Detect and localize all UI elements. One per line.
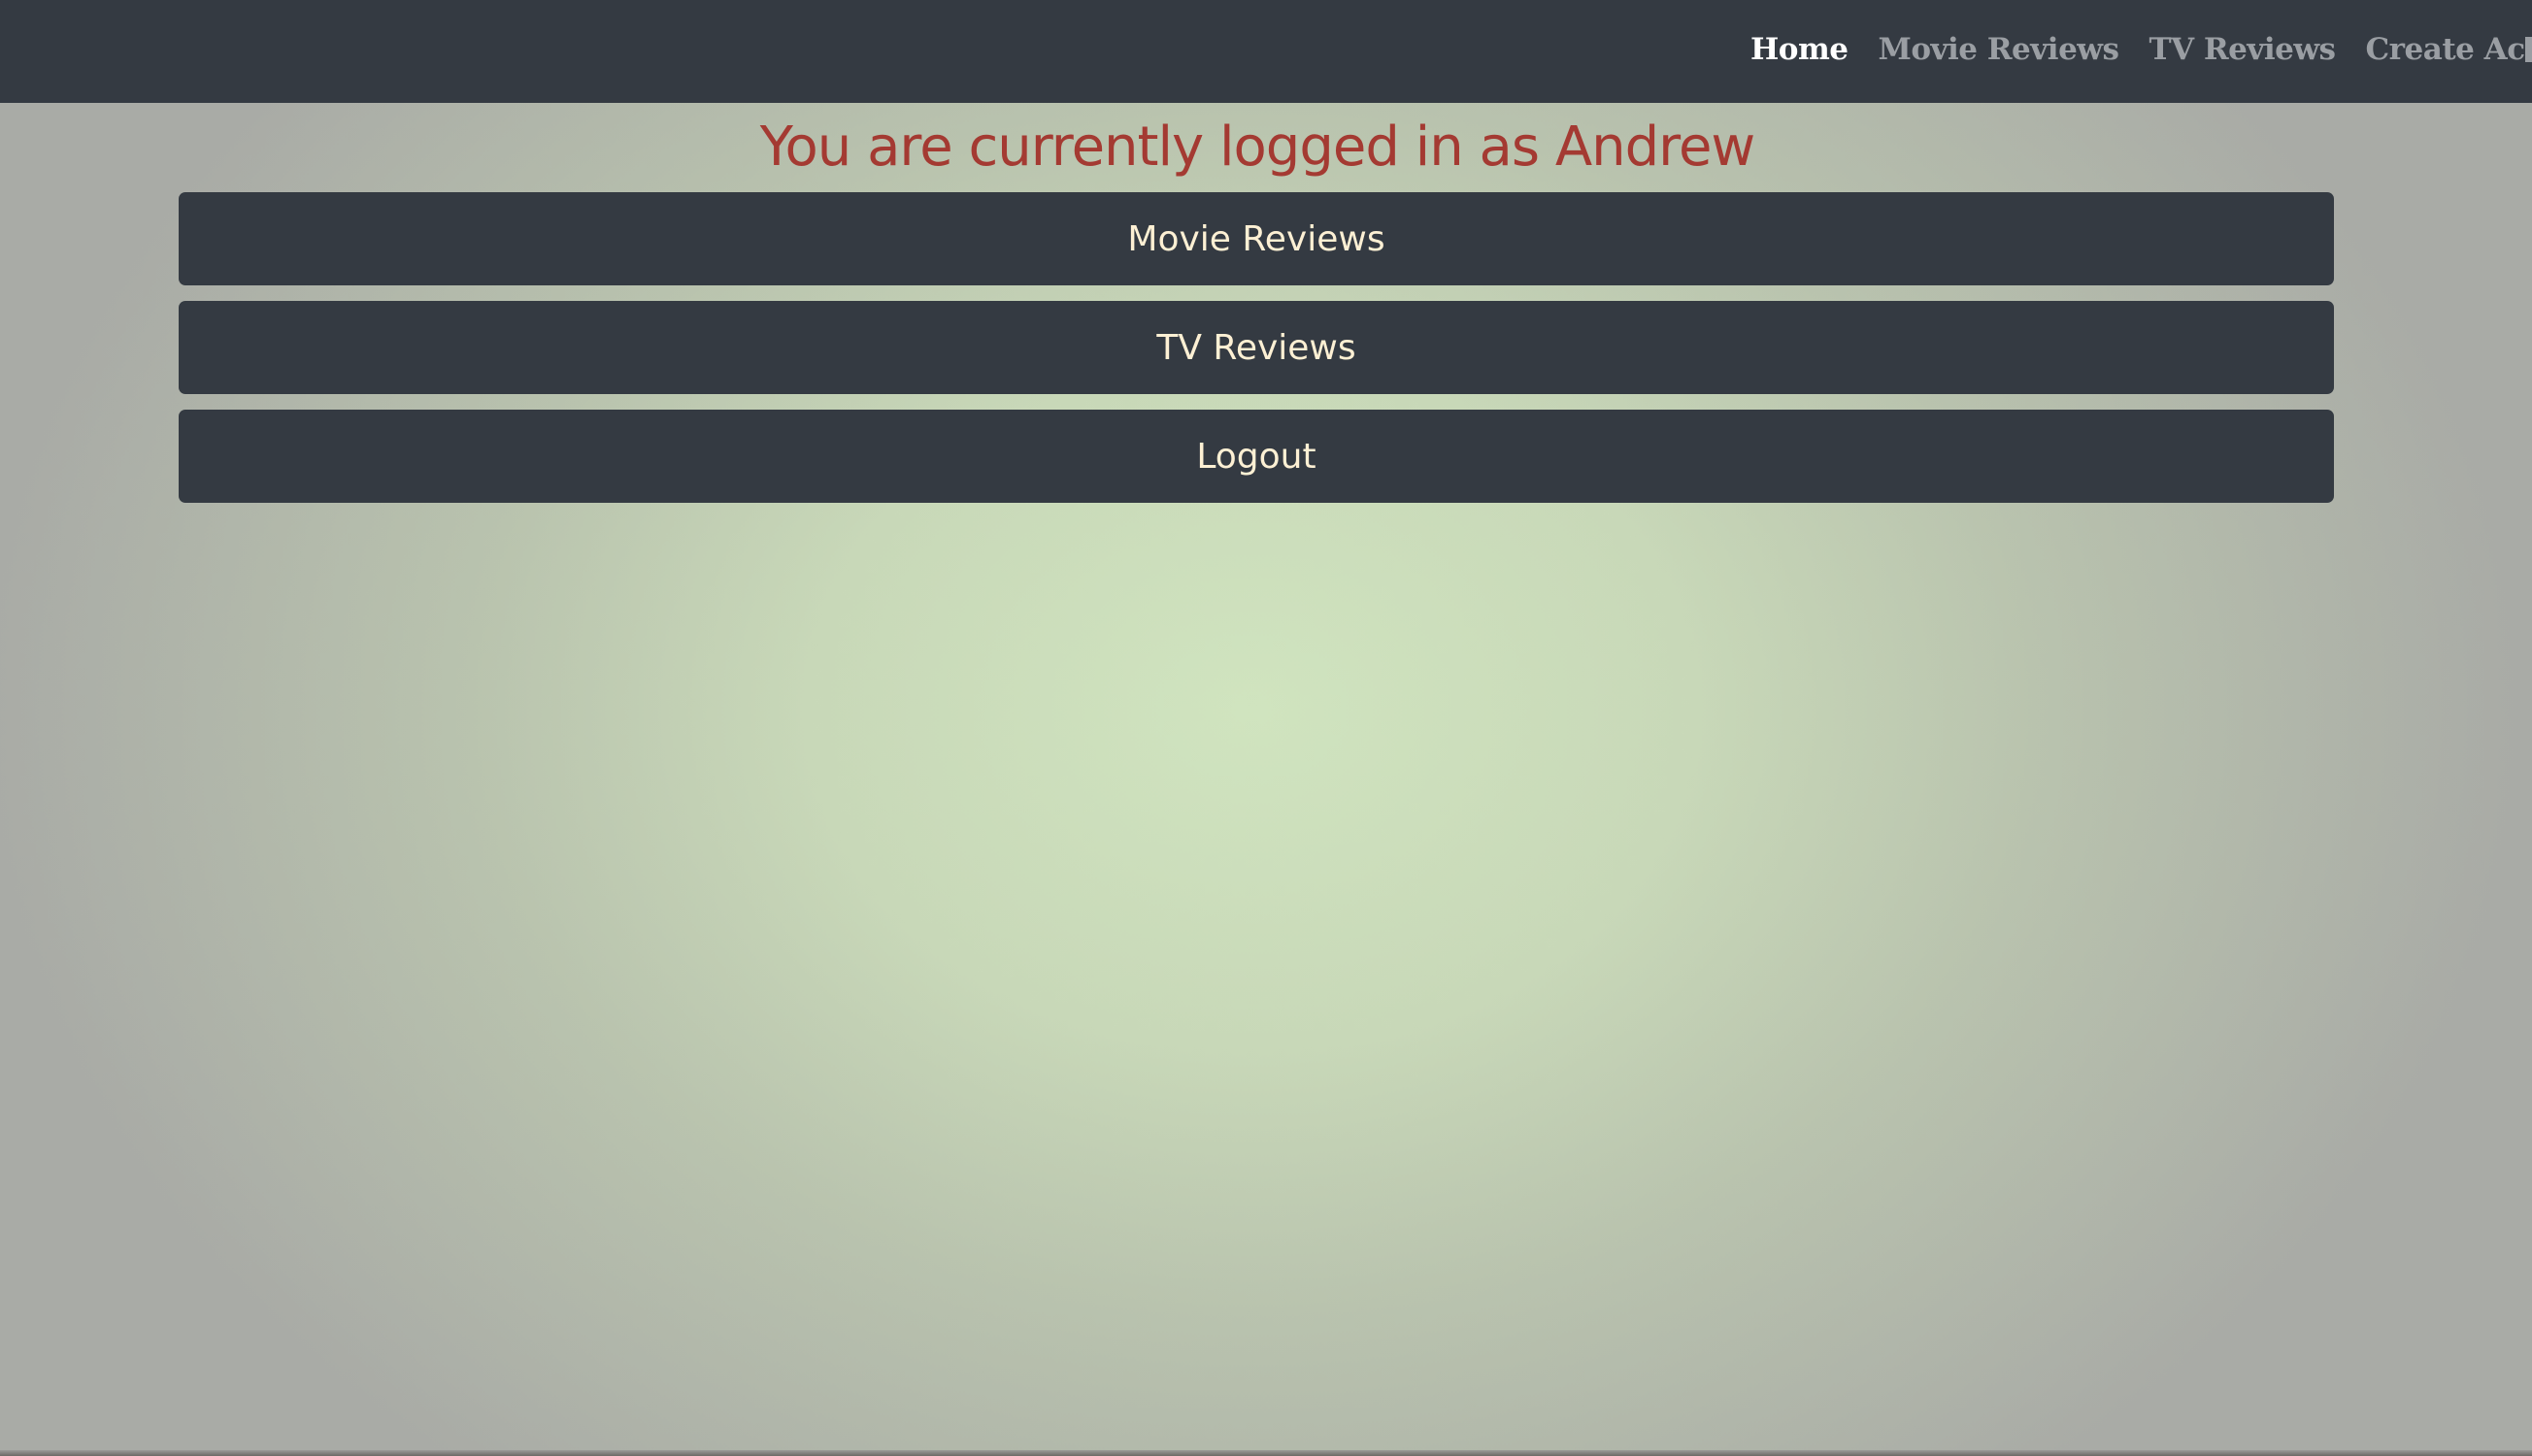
- logout-button[interactable]: Logout: [179, 410, 2334, 503]
- tv-reviews-button[interactable]: TV Reviews: [179, 301, 2334, 394]
- nav-link-home[interactable]: Home: [1750, 32, 1849, 67]
- movie-reviews-button[interactable]: Movie Reviews: [179, 192, 2334, 285]
- page-heading: You are currently logged in as Andrew: [759, 115, 1755, 179]
- bottom-edge: [0, 1450, 2532, 1456]
- nav-link-create-account[interactable]: Create Account: [2366, 32, 2532, 67]
- nav-link-tv-reviews[interactable]: TV Reviews: [2149, 32, 2336, 67]
- nav-link-movie-reviews[interactable]: Movie Reviews: [1879, 32, 2119, 67]
- top-navbar: Home Movie Reviews TV Reviews Create Acc…: [0, 0, 2532, 103]
- nav-links: Home Movie Reviews TV Reviews Create Acc…: [1750, 0, 2532, 99]
- nav-link-overflow[interactable]: [2525, 37, 2532, 62]
